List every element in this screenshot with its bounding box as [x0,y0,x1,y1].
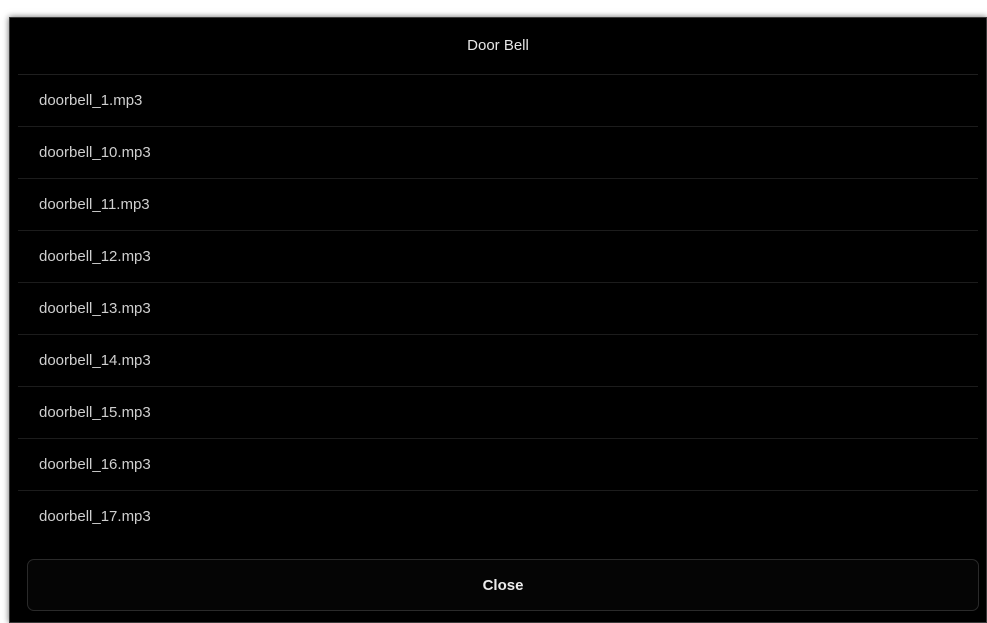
list-item[interactable]: doorbell_15.mp3 [18,387,978,439]
list-item[interactable]: doorbell_16.mp3 [18,439,978,491]
list-item[interactable]: doorbell_13.mp3 [18,283,978,335]
list-item[interactable]: doorbell_17.mp3 [18,491,978,542]
sound-list: doorbell_1.mp3 doorbell_10.mp3 doorbell_… [18,75,978,542]
close-button[interactable]: Close [27,559,979,611]
list-item[interactable]: doorbell_12.mp3 [18,231,978,283]
list-item[interactable]: doorbell_10.mp3 [18,127,978,179]
list-item[interactable]: doorbell_11.mp3 [18,179,978,231]
dialog-title: Door Bell [18,18,978,75]
list-item[interactable]: doorbell_1.mp3 [18,75,978,127]
list-item[interactable]: doorbell_14.mp3 [18,335,978,387]
sound-picker-dialog: Door Bell doorbell_1.mp3 doorbell_10.mp3… [9,17,987,623]
